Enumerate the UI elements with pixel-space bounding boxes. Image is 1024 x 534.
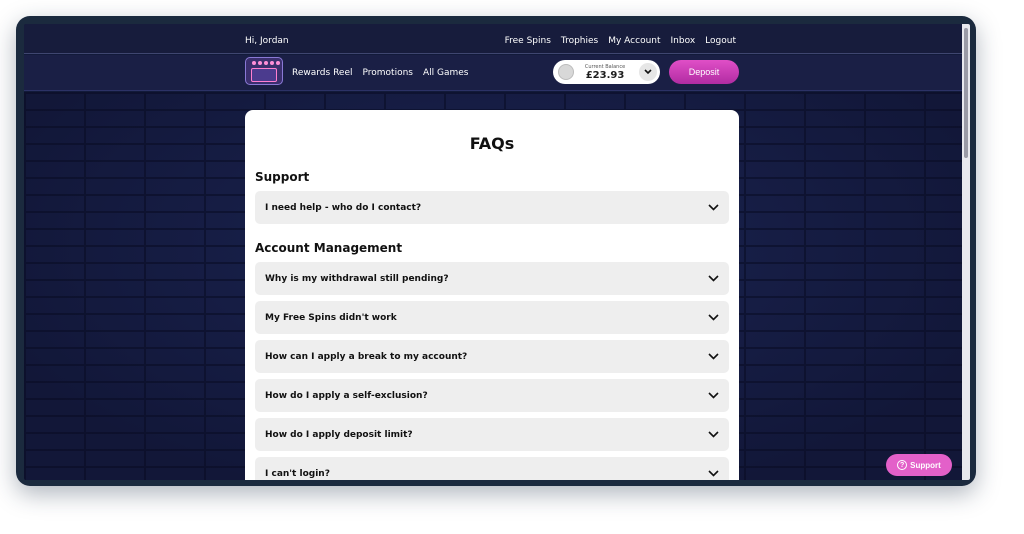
nav-links: Rewards Reel Promotions All Games bbox=[292, 68, 469, 78]
chevron-down-icon bbox=[707, 202, 719, 214]
faq-question: I need help - who do I contact? bbox=[265, 202, 422, 213]
section-title-account: Account Management bbox=[255, 241, 403, 255]
nav-all-games[interactable]: All Games bbox=[423, 68, 469, 78]
nav-rewards-reel[interactable]: Rewards Reel bbox=[292, 68, 353, 78]
scrollbar-thumb[interactable] bbox=[964, 28, 968, 158]
logout-link[interactable]: Logout bbox=[705, 36, 736, 46]
browser-frame: Hi, Jordan Free Spins Trophies My Accoun… bbox=[16, 16, 976, 486]
faq-item[interactable]: I can't login? bbox=[255, 457, 729, 480]
coin-icon bbox=[558, 64, 574, 80]
chevron-down-icon bbox=[707, 390, 719, 402]
balance-widget[interactable]: Current Balance £23.93 bbox=[553, 60, 660, 84]
faq-item[interactable]: My Free Spins didn't work bbox=[255, 301, 729, 334]
account-links: Free Spins Trophies My Account Inbox Log… bbox=[505, 36, 736, 46]
page-title: FAQs bbox=[469, 134, 515, 153]
faq-question: My Free Spins didn't work bbox=[265, 312, 397, 323]
section-title-support: Support bbox=[255, 170, 310, 184]
faq-question: I can't login? bbox=[265, 468, 330, 479]
faq-item[interactable]: How do I apply a self-exclusion? bbox=[255, 379, 729, 412]
main-nav: Rewards Reel Promotions All Games Curren… bbox=[24, 55, 962, 91]
deposit-button[interactable]: Deposit bbox=[669, 60, 739, 84]
faq-item[interactable]: Why is my withdrawal still pending? bbox=[255, 262, 729, 295]
page-viewport: Hi, Jordan Free Spins Trophies My Accoun… bbox=[24, 24, 970, 480]
faq-item[interactable]: How do I apply deposit limit? bbox=[255, 418, 729, 451]
trophies-link[interactable]: Trophies bbox=[561, 36, 598, 46]
faq-question: How do I apply a self-exclusion? bbox=[265, 390, 428, 401]
faq-card: FAQs Support I need help - who do I cont… bbox=[245, 110, 739, 480]
top-bar: Hi, Jordan Free Spins Trophies My Accoun… bbox=[24, 24, 962, 54]
faq-question: How do I apply deposit limit? bbox=[265, 429, 413, 440]
chevron-down-icon bbox=[707, 351, 719, 363]
my-account-link[interactable]: My Account bbox=[608, 36, 660, 46]
balance-value: £23.93 bbox=[585, 70, 625, 81]
scrollbar[interactable] bbox=[962, 24, 970, 480]
question-circle-icon: ? bbox=[897, 460, 908, 470]
faq-question: How can I apply a break to my account? bbox=[265, 351, 468, 362]
free-spins-link[interactable]: Free Spins bbox=[505, 36, 551, 46]
chevron-down-icon bbox=[707, 468, 719, 480]
faq-question: Why is my withdrawal still pending? bbox=[265, 273, 449, 284]
greeting-text: Hi, Jordan bbox=[245, 36, 289, 46]
chevron-down-icon bbox=[707, 273, 719, 285]
nav-promotions[interactable]: Promotions bbox=[363, 68, 413, 78]
chevron-down-icon bbox=[707, 429, 719, 441]
chevron-down-icon bbox=[707, 312, 719, 324]
chevron-down-icon[interactable] bbox=[639, 63, 657, 81]
faq-item[interactable]: How can I apply a break to my account? bbox=[255, 340, 729, 373]
slot-logo-icon[interactable] bbox=[245, 57, 283, 85]
inbox-link[interactable]: Inbox bbox=[671, 36, 696, 46]
support-button[interactable]: ? Support bbox=[886, 454, 952, 476]
faq-item[interactable]: I need help - who do I contact? bbox=[255, 191, 729, 224]
support-label: Support bbox=[910, 460, 941, 470]
